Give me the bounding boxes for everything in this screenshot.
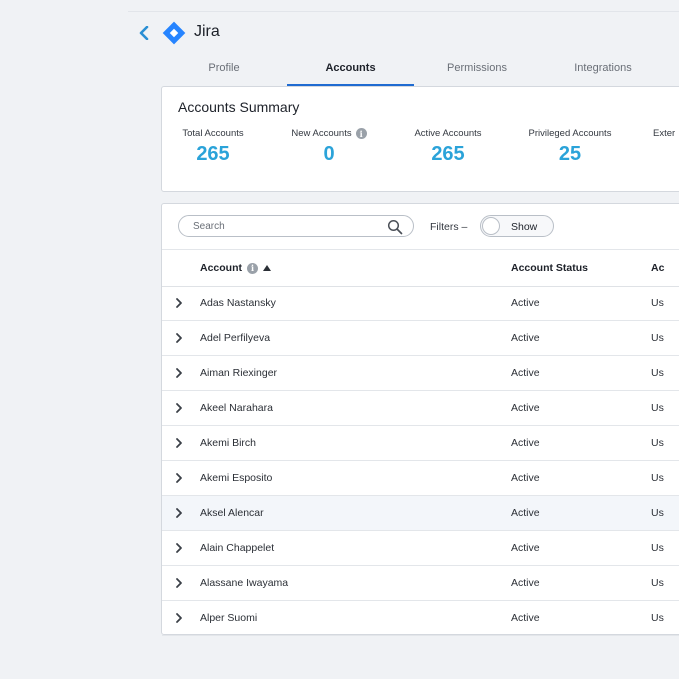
search-icon[interactable] (387, 219, 403, 235)
account-status: Active (511, 367, 540, 379)
chevron-right-icon[interactable] (174, 507, 184, 519)
table-header: Account i Account Status Ac (162, 250, 679, 287)
tab-permissions[interactable]: Permissions (414, 58, 540, 87)
sort-ascending-icon (263, 265, 271, 271)
stat-value: 265 (431, 143, 465, 165)
table-row[interactable]: Alassane Iwayama Active Us (162, 566, 679, 601)
stat-external-accounts: Exter (653, 128, 679, 139)
filters-toggle[interactable]: Show (480, 215, 554, 237)
tab-accounts[interactable]: Accounts (287, 58, 414, 87)
account-name: Alassane Iwayama (200, 577, 289, 589)
header-divider (128, 11, 679, 12)
account-name: Adas Nastansky (200, 297, 276, 309)
account-name: Akemi Birch (200, 437, 257, 449)
chevron-right-icon[interactable] (174, 612, 184, 624)
jira-diamond-icon (162, 21, 186, 45)
account-status: Active (511, 542, 540, 554)
account-status: Active (511, 472, 540, 484)
table-row[interactable]: Adel Perfilyeva Active Us (162, 321, 679, 356)
account-status: Active (511, 297, 540, 309)
chevron-right-icon[interactable] (174, 542, 184, 554)
account-name: Adel Perfilyeva (200, 332, 271, 344)
table-toolbar: Filters – Show (162, 204, 679, 250)
column-header-label: Account (200, 262, 242, 274)
account-status: Active (511, 437, 540, 449)
account-status: Active (511, 577, 540, 589)
account-status: Active (511, 332, 540, 344)
stat-label: Exter (653, 128, 676, 139)
accounts-table-card: Filters – Show Account i Account Status … (161, 203, 679, 636)
chevron-right-icon[interactable] (174, 367, 184, 379)
table-row[interactable]: Aksel Alencar Active Us (162, 496, 679, 531)
account-status: Active (511, 612, 540, 624)
account-type: Us (651, 297, 664, 309)
account-type: Us (651, 472, 664, 484)
info-icon[interactable]: i (247, 262, 258, 274)
back-button[interactable] (136, 24, 152, 42)
stat-value: 265 (196, 143, 230, 165)
table-row[interactable]: Aiman Riexinger Active Us (162, 356, 679, 391)
account-name: Alain Chappelet (200, 542, 275, 554)
stat-label: Total Accounts (182, 128, 244, 139)
account-name: Akeel Narahara (200, 402, 273, 414)
account-status: Active (511, 507, 540, 519)
stat-label: Privileged Accounts (528, 128, 612, 139)
column-header-account-status[interactable]: Account Status (511, 262, 588, 274)
stat-privileged-accounts: Privileged Accounts 25 (522, 128, 618, 166)
table-row[interactable]: Alper Suomi Active Us (162, 601, 679, 636)
stat-value: 0 (323, 143, 335, 165)
stat-label: New Accounts (291, 128, 352, 139)
toggle-knob (482, 217, 500, 235)
account-type: Us (651, 542, 664, 554)
account-name: Akemi Esposito (200, 472, 273, 484)
chevron-left-icon (139, 26, 149, 40)
account-type: Us (651, 577, 664, 589)
account-type: Us (651, 332, 664, 344)
account-type: Us (651, 437, 664, 449)
info-icon[interactable]: i (355, 128, 367, 139)
chevron-right-icon[interactable] (174, 332, 184, 344)
stat-label: Active Accounts (414, 128, 482, 139)
toggle-label: Show (511, 221, 538, 233)
chevron-right-icon[interactable] (174, 472, 184, 484)
stat-new-accounts: New Accounts i 0 (284, 128, 374, 166)
stat-active-accounts: Active Accounts 265 (408, 128, 488, 166)
account-type: Us (651, 367, 664, 379)
chevron-right-icon[interactable] (174, 402, 184, 414)
search-box (178, 215, 414, 237)
column-header-account-type[interactable]: Ac (651, 262, 664, 274)
table-body: Adas Nastansky Active Us Adel Perfilyeva… (162, 286, 679, 636)
chevron-right-icon[interactable] (174, 577, 184, 589)
account-name: Aksel Alencar (200, 507, 264, 519)
account-type: Us (651, 507, 664, 519)
account-name: Aiman Riexinger (200, 367, 278, 379)
stat-value: 25 (558, 143, 582, 165)
tab-profile[interactable]: Profile (161, 58, 287, 87)
table-row[interactable]: Akeel Narahara Active Us (162, 391, 679, 426)
account-type: Us (651, 612, 664, 624)
accounts-summary-card: Accounts Summary Total Accounts 265 New … (161, 86, 679, 192)
account-type: Us (651, 402, 664, 414)
app-title: Jira (194, 23, 220, 40)
summary-title: Accounts Summary (178, 99, 300, 115)
chevron-right-icon[interactable] (174, 297, 184, 309)
table-row[interactable]: Adas Nastansky Active Us (162, 286, 679, 321)
tab-integrations[interactable]: Integrations (540, 58, 666, 87)
account-name: Alper Suomi (200, 612, 258, 624)
chevron-right-icon[interactable] (174, 437, 184, 449)
table-row[interactable]: Alain Chappelet Active Us (162, 531, 679, 566)
table-row[interactable]: Akemi Birch Active Us (162, 426, 679, 461)
account-status: Active (511, 402, 540, 414)
filters-label: Filters – (430, 221, 468, 233)
stat-total-accounts: Total Accounts 265 (178, 128, 248, 166)
column-header-account[interactable]: Account i (200, 262, 271, 274)
table-row[interactable]: Akemi Esposito Active Us (162, 461, 679, 496)
search-input[interactable] (191, 219, 375, 233)
tab-bar: Profile Accounts Permissions Integration… (161, 58, 679, 88)
